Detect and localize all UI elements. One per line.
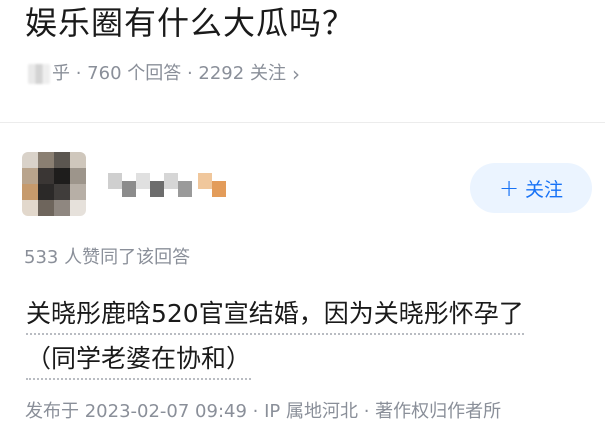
like-summary: 533 人赞同了该回答: [24, 247, 191, 268]
question-meta[interactable]: 乎 · 760 个回答 · 2292 关注 ›: [28, 62, 300, 86]
answer-footer: 发布于 2023-02-07 09:49 · IP 属地河北 · 著作权归作者所: [25, 401, 502, 422]
follow-button[interactable]: + 关注: [470, 163, 592, 213]
follow-label: 关注: [525, 178, 564, 201]
question-stats: 乎 · 760 个回答 · 2292 关注: [52, 63, 286, 84]
answer-text-line[interactable]: 关晓彤鹿晗520官宣结婚，因为关晓彤怀孕了: [26, 297, 524, 335]
plus-icon: +: [498, 174, 520, 202]
author-name[interactable]: [108, 173, 226, 205]
divider: [0, 122, 605, 123]
chevron-right-icon: ›: [291, 62, 300, 86]
blurred-topic: [28, 64, 50, 84]
question-title[interactable]: 娱乐圈有什么大瓜吗？: [25, 2, 355, 44]
answer-text-line[interactable]: （同学老婆在协和）: [26, 342, 252, 380]
avatar[interactable]: [22, 152, 86, 216]
